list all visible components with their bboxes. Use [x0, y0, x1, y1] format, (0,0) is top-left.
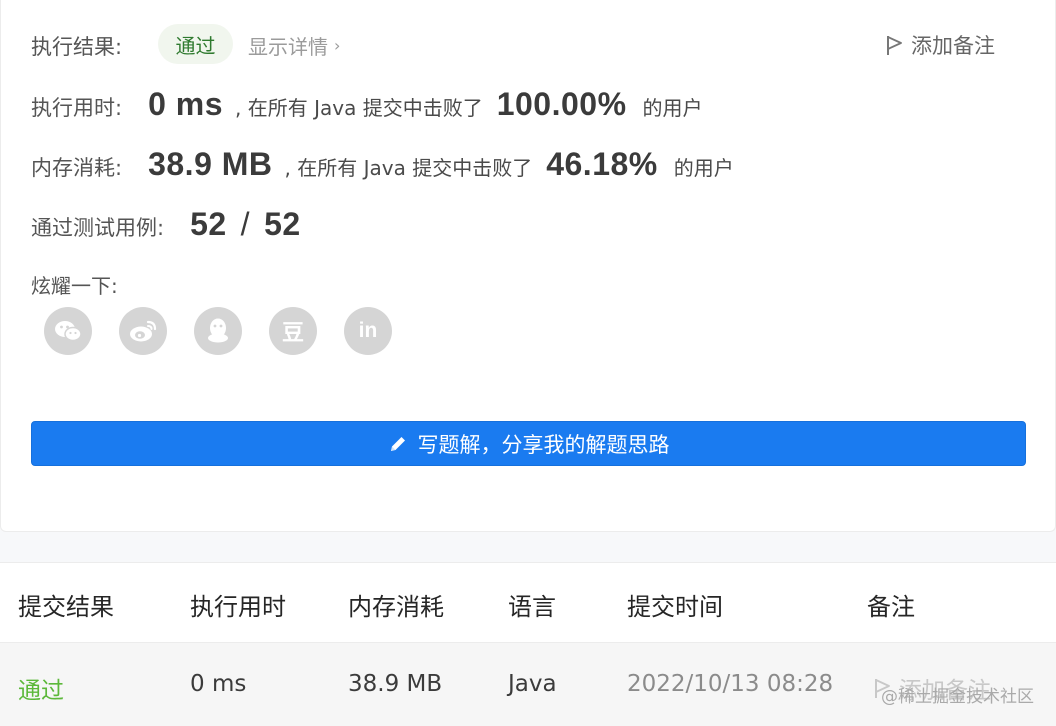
row-memory: 38.9 MB: [348, 671, 443, 697]
runtime-label: 执行用时:: [31, 96, 123, 120]
qq-icon[interactable]: [194, 307, 242, 355]
flag-icon: [887, 36, 902, 55]
show-details-link[interactable]: 显示详情 ›: [248, 31, 340, 60]
qq-glyph: [208, 318, 228, 343]
table-header: 提交结果 执行用时 内存消耗 语言 提交时间 备注: [0, 563, 1056, 643]
table-row[interactable]: 通过 0 ms 38.9 MB Java 2022/10/13 08:28 添加…: [0, 643, 1056, 726]
weibo-glyph: [130, 320, 157, 342]
wechat-glyph: [55, 321, 82, 342]
testcases-passed: 52: [190, 206, 227, 242]
testcases-label: 通过测试用例:: [31, 216, 165, 240]
header-result: 提交结果: [18, 593, 114, 621]
runtime-value: 0 ms: [148, 86, 224, 122]
memory-label: 内存消耗:: [31, 156, 123, 180]
share-label: 炫耀一下:: [31, 274, 118, 298]
add-note-button[interactable]: 添加备注: [885, 30, 995, 60]
result-row: 执行结果:: [31, 31, 122, 61]
header-runtime: 执行用时: [190, 593, 286, 621]
show-details-label: 显示详情: [248, 35, 328, 59]
row-runtime: 0 ms: [190, 671, 247, 697]
row-submit-time: 2022/10/13 08:28: [627, 671, 834, 697]
douban-glyph: 豆: [281, 320, 304, 345]
status-badge: 通过: [158, 24, 233, 64]
memory-beat-text: , 在所有 Java 提交中击败了: [284, 156, 533, 180]
share-icons: 豆 in: [44, 307, 392, 355]
write-solution-label: 写题解，分享我的解题思路: [417, 432, 670, 457]
write-solution-button[interactable]: 写题解，分享我的解题思路: [31, 421, 1026, 466]
linkedin-icon[interactable]: in: [344, 307, 392, 355]
testcases-total: 52: [264, 206, 301, 242]
runtime-suffix: 的用户: [642, 96, 703, 120]
runtime-percent: 100.00%: [496, 86, 627, 122]
memory-value: 38.9 MB: [148, 146, 273, 182]
header-submit-time: 提交时间: [627, 593, 723, 621]
header-memory: 内存消耗: [348, 593, 444, 621]
memory-row: 内存消耗: 38.9 MB , 在所有 Java 提交中击败了 46.18% 的…: [31, 146, 734, 183]
testcases-row: 通过测试用例: 52 / 52: [31, 206, 301, 243]
memory-percent: 46.18%: [546, 146, 658, 182]
douban-icon[interactable]: 豆: [269, 307, 317, 355]
runtime-row: 执行用时: 0 ms , 在所有 Java 提交中击败了 100.00% 的用户: [31, 86, 703, 123]
add-note-label: 添加备注: [911, 34, 995, 58]
submission-result-card: 执行结果: 通过 显示详情 › 添加备注 执行用时: 0 ms , 在所有 Ja…: [0, 0, 1056, 532]
header-language: 语言: [508, 593, 556, 621]
pencil-icon: [390, 436, 405, 451]
memory-suffix: 的用户: [673, 156, 734, 180]
linkedin-glyph: in: [358, 319, 378, 342]
row-result-link[interactable]: 通过: [18, 671, 64, 705]
testcases-separator: /: [240, 206, 251, 242]
weibo-icon[interactable]: [119, 307, 167, 355]
runtime-beat-text: , 在所有 Java 提交中击败了: [235, 96, 483, 120]
watermark: @稀土掘金技术社区: [881, 687, 1034, 707]
header-note: 备注: [867, 593, 915, 621]
submission-table: 提交结果 执行用时 内存消耗 语言 提交时间 备注 通过 0 ms 38.9 M…: [0, 562, 1056, 726]
chevron-right-icon: ›: [334, 36, 341, 55]
wechat-icon[interactable]: [44, 307, 92, 355]
row-language: Java: [508, 671, 557, 697]
result-label: 执行结果:: [31, 35, 123, 59]
